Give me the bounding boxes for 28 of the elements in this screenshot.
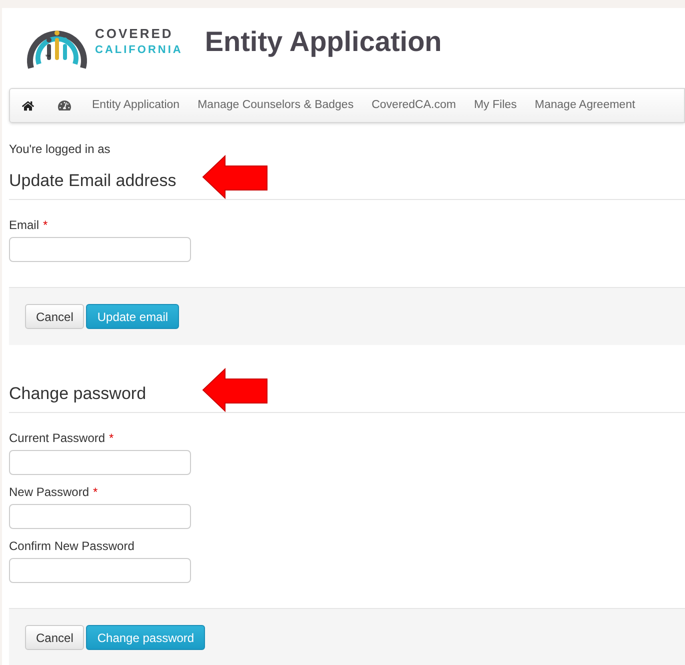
required-mark: *	[93, 485, 98, 500]
field-label: New Password	[9, 485, 90, 500]
required-mark: *	[109, 431, 114, 446]
nav-link[interactable]: Manage Counselors & Badges	[188, 96, 363, 114]
required-mark: *	[43, 218, 48, 233]
cancel-button[interactable]: Cancel	[25, 304, 84, 329]
logo-text: CALIFORNIA	[95, 43, 183, 58]
logo-text: COVERED	[95, 26, 174, 42]
field-label: Current Password	[9, 431, 106, 446]
page-title: Entity Application	[204, 25, 442, 59]
field-label: Confirm New Password	[9, 539, 134, 554]
section-heading: Change password	[9, 384, 146, 403]
nav-link[interactable]: CoveredCA.com	[362, 96, 465, 114]
submit-button[interactable]: Update email	[86, 304, 180, 329]
nav-link[interactable]: My Files	[464, 96, 526, 114]
login-status: You're logged in as	[9, 141, 112, 158]
section-heading: Update Email address	[9, 171, 176, 190]
nav-link[interactable]: Entity Application	[83, 96, 189, 114]
input-field[interactable]	[9, 504, 191, 529]
input-field[interactable]	[9, 237, 191, 262]
submit-button[interactable]: Change password	[86, 625, 206, 650]
nav-link[interactable]: Manage Agreement	[526, 96, 644, 114]
cancel-button[interactable]: Cancel	[25, 625, 84, 650]
field-label: Email	[9, 218, 40, 233]
input-field[interactable]	[9, 450, 191, 475]
input-field[interactable]	[9, 558, 191, 583]
gauge-icon	[58, 99, 71, 112]
home-icon	[22, 100, 34, 112]
